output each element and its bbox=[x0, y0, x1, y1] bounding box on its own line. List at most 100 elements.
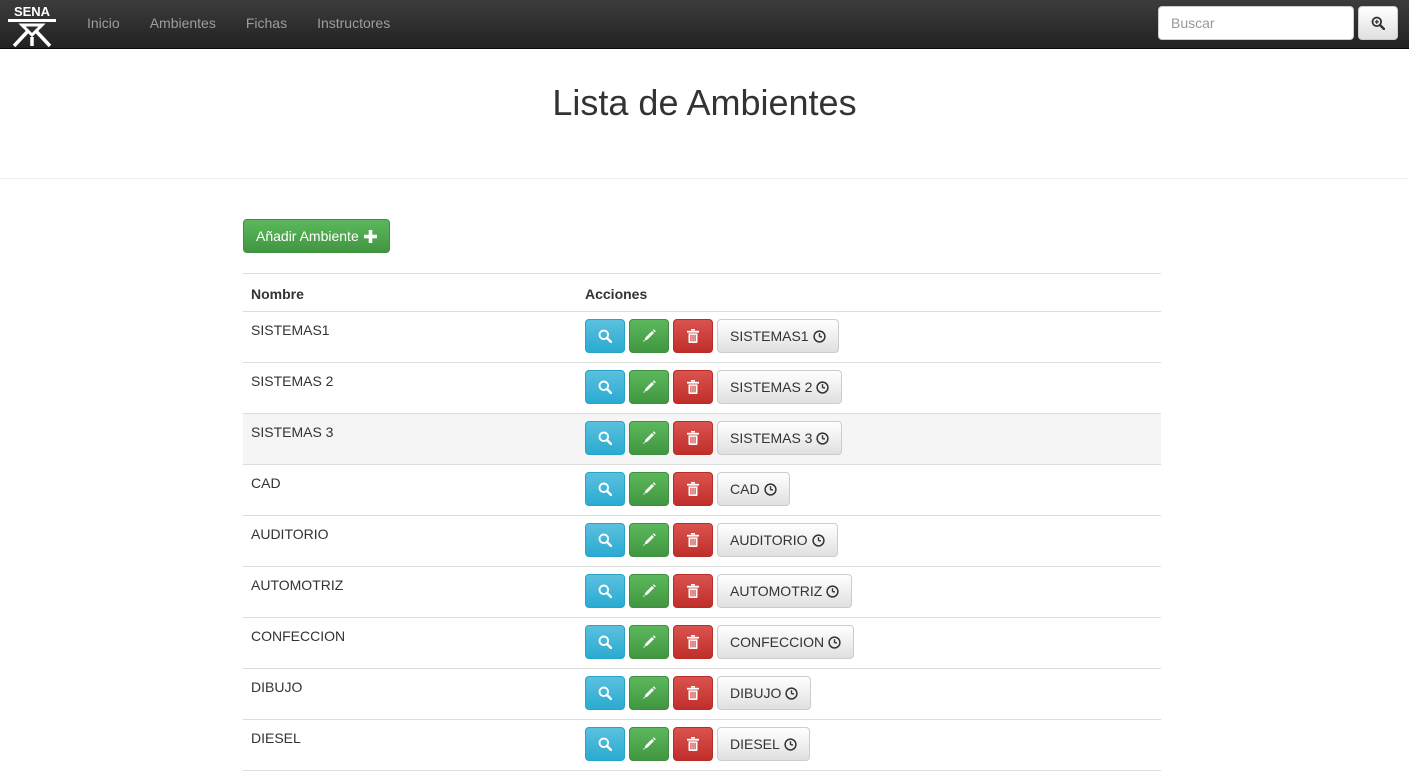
clock-icon bbox=[816, 380, 830, 394]
clock-icon bbox=[763, 482, 777, 496]
edit-button[interactable] bbox=[629, 727, 669, 761]
delete-button[interactable] bbox=[673, 727, 713, 761]
delete-button[interactable] bbox=[673, 574, 713, 608]
edit-button[interactable] bbox=[629, 574, 669, 608]
ambientes-table: Nombre Acciones SISTEMAS1 SISTEMAS1 SIST… bbox=[243, 273, 1161, 771]
sena-logo[interactable]: SENA bbox=[6, 3, 58, 48]
navbar: SENA Inicio Ambientes Fichas Instructore… bbox=[0, 0, 1409, 49]
trash-icon bbox=[687, 635, 699, 649]
view-button[interactable] bbox=[585, 625, 625, 659]
schedule-button[interactable]: CONFECCION bbox=[717, 625, 855, 659]
main-nav: Inicio Ambientes Fichas Instructores bbox=[72, 0, 405, 48]
ambiente-name: SISTEMAS 3 bbox=[243, 413, 577, 465]
schedule-button[interactable]: DIESEL bbox=[717, 727, 810, 761]
schedule-button[interactable]: SISTEMAS1 bbox=[717, 319, 839, 353]
edit-button[interactable] bbox=[629, 370, 669, 404]
delete-button[interactable] bbox=[673, 472, 713, 506]
nav-fichas[interactable]: Fichas bbox=[231, 0, 302, 48]
search-icon bbox=[598, 533, 612, 547]
search-icon bbox=[598, 380, 612, 394]
ambiente-name: CONFECCION bbox=[243, 617, 577, 669]
schedule-label: AUTOMOTRIZ bbox=[730, 583, 823, 599]
edit-button[interactable] bbox=[629, 676, 669, 710]
view-button[interactable] bbox=[585, 727, 625, 761]
table-body: SISTEMAS1 SISTEMAS1 SISTEMAS 2 SISTEMAS … bbox=[243, 311, 1161, 771]
actions-cell: AUTOMOTRIZ bbox=[577, 566, 1161, 618]
ambiente-name: SISTEMAS 2 bbox=[243, 362, 577, 414]
delete-button[interactable] bbox=[673, 676, 713, 710]
add-ambiente-label: Añadir Ambiente bbox=[256, 228, 359, 244]
view-button[interactable] bbox=[585, 574, 625, 608]
pencil-icon bbox=[643, 533, 656, 546]
clock-icon bbox=[826, 584, 839, 598]
actions-cell: DIESEL bbox=[577, 719, 1161, 771]
table-row: CONFECCION CONFECCION bbox=[243, 617, 1161, 669]
clock-icon bbox=[811, 533, 825, 547]
trash-icon bbox=[687, 686, 699, 700]
search-icon bbox=[598, 584, 612, 598]
table-row: SISTEMAS 2 SISTEMAS 2 bbox=[243, 362, 1161, 414]
schedule-label: SISTEMAS1 bbox=[730, 328, 809, 344]
pencil-icon bbox=[643, 431, 656, 444]
clock-icon bbox=[812, 329, 826, 343]
edit-button[interactable] bbox=[629, 421, 669, 455]
schedule-button[interactable]: AUDITORIO bbox=[717, 523, 838, 557]
delete-button[interactable] bbox=[673, 625, 713, 659]
actions-cell: SISTEMAS1 bbox=[577, 311, 1161, 363]
nav-inicio[interactable]: Inicio bbox=[72, 0, 135, 48]
search-icon bbox=[598, 431, 612, 445]
svg-text:SENA: SENA bbox=[14, 4, 51, 19]
edit-button[interactable] bbox=[629, 472, 669, 506]
search-icon bbox=[598, 482, 612, 496]
pencil-icon bbox=[643, 686, 656, 699]
search-button[interactable] bbox=[1358, 6, 1398, 40]
schedule-label: SISTEMAS 3 bbox=[730, 430, 813, 446]
schedule-button[interactable]: SISTEMAS 2 bbox=[717, 370, 843, 404]
ambiente-name: DIESEL bbox=[243, 719, 577, 771]
ambiente-name: AUDITORIO bbox=[243, 515, 577, 567]
nav-instructores[interactable]: Instructores bbox=[302, 0, 405, 48]
view-button[interactable] bbox=[585, 319, 625, 353]
search-input[interactable] bbox=[1158, 6, 1354, 40]
trash-icon bbox=[687, 431, 699, 445]
delete-button[interactable] bbox=[673, 421, 713, 455]
actions-cell: CONFECCION bbox=[577, 617, 1161, 669]
trash-icon bbox=[687, 737, 699, 751]
schedule-label: CAD bbox=[730, 481, 760, 497]
pencil-icon bbox=[643, 737, 656, 750]
table-header-row: Nombre Acciones bbox=[243, 273, 1161, 312]
schedule-button[interactable]: CAD bbox=[717, 472, 790, 506]
pencil-icon bbox=[643, 380, 656, 393]
schedule-button[interactable]: AUTOMOTRIZ bbox=[717, 574, 853, 608]
search-icon bbox=[598, 635, 612, 649]
view-button[interactable] bbox=[585, 472, 625, 506]
clock-icon bbox=[828, 635, 841, 649]
delete-button[interactable] bbox=[673, 370, 713, 404]
view-button[interactable] bbox=[585, 421, 625, 455]
actions-cell: CAD bbox=[577, 464, 1161, 516]
view-button[interactable] bbox=[585, 676, 625, 710]
edit-button[interactable] bbox=[629, 319, 669, 353]
edit-button[interactable] bbox=[629, 523, 669, 557]
trash-icon bbox=[687, 584, 699, 598]
trash-icon bbox=[687, 380, 699, 394]
clock-icon bbox=[785, 686, 798, 700]
schedule-button[interactable]: DIBUJO bbox=[717, 676, 812, 710]
edit-button[interactable] bbox=[629, 625, 669, 659]
schedule-button[interactable]: SISTEMAS 3 bbox=[717, 421, 843, 455]
pencil-icon bbox=[643, 635, 656, 648]
view-button[interactable] bbox=[585, 523, 625, 557]
schedule-label: SISTEMAS 2 bbox=[730, 379, 813, 395]
delete-button[interactable] bbox=[673, 523, 713, 557]
zoom-in-icon bbox=[1371, 16, 1385, 30]
column-header-nombre: Nombre bbox=[243, 273, 577, 312]
view-button[interactable] bbox=[585, 370, 625, 404]
schedule-label: CONFECCION bbox=[730, 634, 825, 650]
search-icon bbox=[598, 737, 612, 751]
delete-button[interactable] bbox=[673, 319, 713, 353]
title-divider bbox=[0, 178, 1409, 179]
search-icon bbox=[598, 329, 612, 343]
nav-ambientes[interactable]: Ambientes bbox=[135, 0, 231, 48]
add-ambiente-button[interactable]: Añadir Ambiente bbox=[243, 219, 390, 253]
table-row: SISTEMAS1 SISTEMAS1 bbox=[243, 311, 1161, 363]
